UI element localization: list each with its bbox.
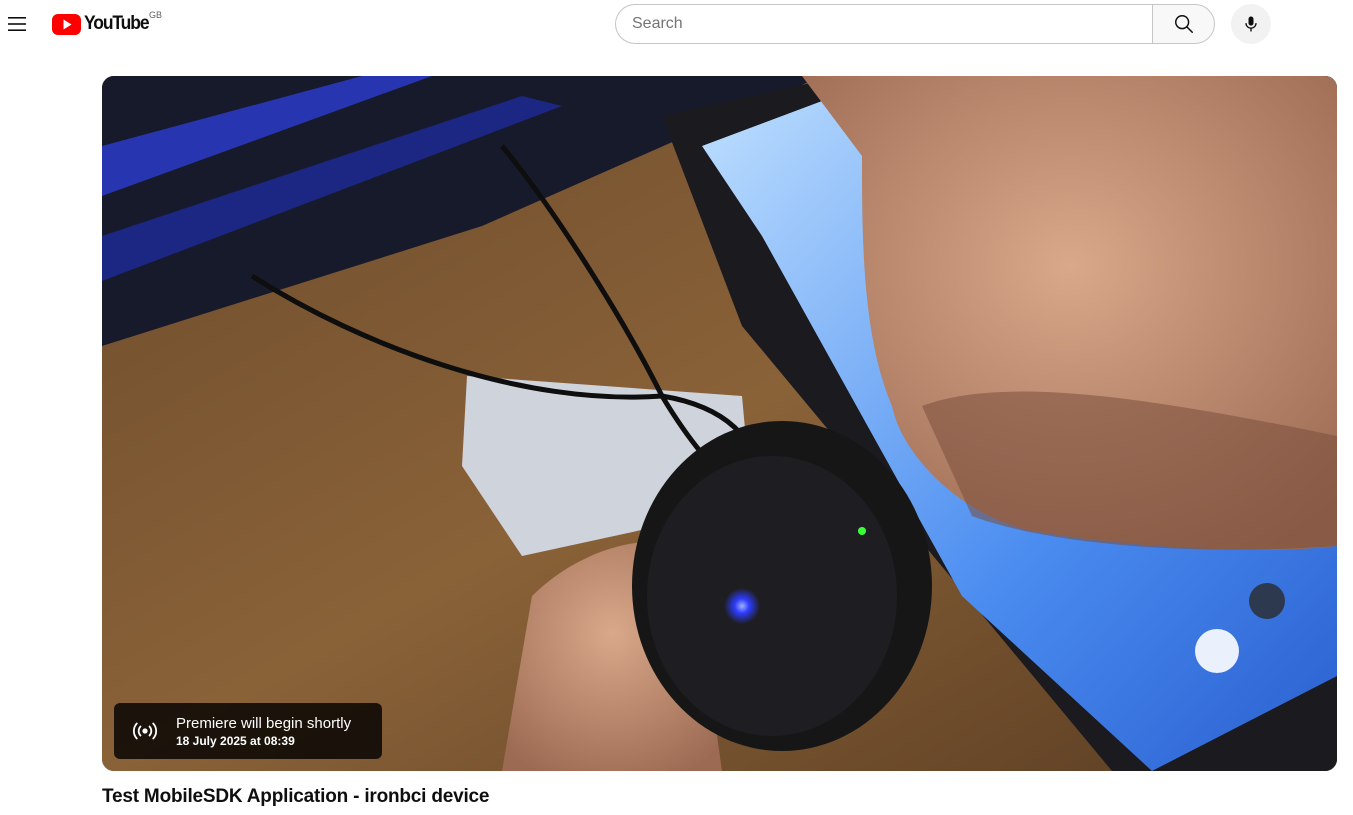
hamburger-menu-icon	[8, 17, 26, 31]
premiere-icon-wrap	[114, 703, 176, 759]
search-button[interactable]	[1152, 4, 1215, 44]
logo-wordmark: YouTube	[84, 13, 150, 34]
video-player[interactable]: Premiere will begin shortly 18 July 2025…	[102, 76, 1337, 771]
search-box	[615, 4, 1152, 44]
premiere-date: 18 July 2025 at 08:39	[176, 733, 295, 748]
live-broadcast-icon	[132, 722, 158, 740]
video-title: Test MobileSDK Application - ironbci dev…	[102, 786, 490, 807]
premiere-title: Premiere will begin shortly	[176, 714, 352, 732]
guide-menu-button[interactable]	[0, 4, 34, 44]
youtube-logo[interactable]: YouTube	[52, 11, 154, 37]
voice-search-button[interactable]	[1231, 4, 1271, 44]
search-input[interactable]	[632, 15, 1152, 33]
premiere-badge: Premiere will begin shortly 18 July 2025…	[114, 703, 382, 759]
premiere-text: Premiere will begin shortly 18 July 2025…	[176, 714, 351, 749]
search-icon	[1174, 15, 1193, 33]
microphone-icon	[1245, 16, 1257, 32]
video-thumbnail	[102, 76, 1337, 771]
country-code: GB	[149, 10, 163, 20]
search-bar	[615, 4, 1215, 44]
masthead: YouTube GB	[0, 0, 1353, 48]
youtube-play-icon	[52, 13, 81, 35]
